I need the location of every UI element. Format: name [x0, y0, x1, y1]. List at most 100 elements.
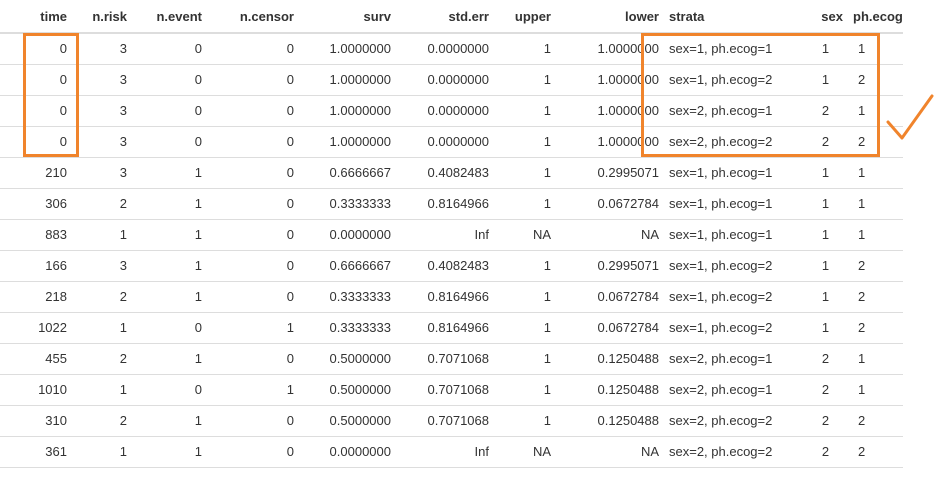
column-header-upper: upper — [494, 0, 556, 34]
table-cell-surv: 0.5000000 — [299, 405, 396, 437]
table-cell-strata: sex=1, ph.ecog=1 — [664, 33, 803, 65]
table-cell-n-event: 1 — [132, 157, 207, 189]
table-cell-time: 0 — [0, 33, 72, 65]
table-cell-std-err: 0.4082483 — [396, 157, 494, 189]
table-cell-lower: NA — [556, 436, 664, 468]
table-cell-strata: sex=2, ph.ecog=1 — [664, 374, 803, 406]
column-header-sex: sex — [803, 0, 848, 34]
table-cell-sex: 1 — [803, 188, 848, 220]
table-cell-upper: 1 — [494, 157, 556, 189]
table-cell-n-event: 0 — [132, 33, 207, 65]
table-cell-lower: 1.0000000 — [556, 126, 664, 158]
table-cell-n-censor: 0 — [207, 343, 299, 375]
table-cell-strata: sex=2, ph.ecog=1 — [664, 95, 803, 127]
table-cell-n-censor: 0 — [207, 95, 299, 127]
table-cell-n-risk: 2 — [72, 188, 132, 220]
table-cell-lower: 1.0000000 — [556, 33, 664, 65]
table-row: 218 2 1 0 0.3333333 0.8164966 1 0.0672784 sex=1,… — [0, 281, 903, 313]
table-cell-std-err: 0.0000000 — [396, 126, 494, 158]
table-cell-upper: 1 — [494, 33, 556, 65]
table-row: 0 3 0 0 1.0000000 0.0000000 1 1.0000000 sex=1, p… — [0, 64, 903, 96]
table-cell-strata: sex=1, ph.ecog=2 — [664, 250, 803, 282]
table-row: 0 3 0 0 1.0000000 0.0000000 1 1.0000000 sex=2, p… — [0, 95, 903, 127]
table-cell-strata: sex=1, ph.ecog=1 — [664, 157, 803, 189]
table-cell-n-censor: 0 — [207, 436, 299, 468]
table-cell-time: 310 — [0, 405, 72, 437]
table-cell-sex: 1 — [803, 312, 848, 344]
table-cell-std-err: 0.4082483 — [396, 250, 494, 282]
table-cell-lower: NA — [556, 219, 664, 251]
table-cell-n-censor: 1 — [207, 374, 299, 406]
column-header-time: time — [0, 0, 72, 34]
table-cell-n-event: 1 — [132, 405, 207, 437]
table-cell-lower: 0.1250488 — [556, 343, 664, 375]
table-cell-sex: 1 — [803, 281, 848, 313]
table-row: 361 1 1 0 0.0000000 Inf NA NA sex=2, ph.ecog=2 2 2 — [0, 436, 903, 468]
table-cell-time: 361 — [0, 436, 72, 468]
table-cell-n-event: 1 — [132, 281, 207, 313]
table-cell-n-risk: 3 — [72, 95, 132, 127]
table-cell-n-risk: 1 — [72, 374, 132, 406]
table-cell-sex: 1 — [803, 157, 848, 189]
table-cell-surv: 1.0000000 — [299, 64, 396, 96]
table-cell-n-risk: 3 — [72, 126, 132, 158]
table-cell-n-risk: 1 — [72, 219, 132, 251]
table-cell-lower: 0.2995071 — [556, 157, 664, 189]
table-cell-ph-ecog: 2 — [848, 281, 903, 313]
table-cell-upper: NA — [494, 436, 556, 468]
table-cell-sex: 2 — [803, 374, 848, 406]
table-cell-n-censor: 1 — [207, 312, 299, 344]
table-cell-ph-ecog: 2 — [848, 64, 903, 96]
table-cell-strata: sex=1, ph.ecog=1 — [664, 188, 803, 220]
column-header-lower: lower — [556, 0, 664, 34]
column-header-n-censor: n.censor — [207, 0, 299, 34]
column-header-strata: strata — [664, 0, 803, 34]
table-cell-n-risk: 2 — [72, 281, 132, 313]
table-cell-time: 0 — [0, 64, 72, 96]
table-cell-n-risk: 2 — [72, 405, 132, 437]
table-cell-ph-ecog: 1 — [848, 188, 903, 220]
table-cell-n-censor: 0 — [207, 250, 299, 282]
table-cell-ph-ecog: 1 — [848, 343, 903, 375]
table-cell-std-err: 0.8164966 — [396, 188, 494, 220]
table-cell-ph-ecog: 1 — [848, 157, 903, 189]
table-cell-std-err: Inf — [396, 436, 494, 468]
table-cell-surv: 1.0000000 — [299, 33, 396, 65]
table-cell-std-err: 0.8164966 — [396, 312, 494, 344]
table-row: 1022 1 0 1 0.3333333 0.8164966 1 0.0672784 sex=1… — [0, 312, 903, 344]
table-cell-n-censor: 0 — [207, 157, 299, 189]
table-cell-lower: 1.0000000 — [556, 64, 664, 96]
table-cell-sex: 2 — [803, 436, 848, 468]
table-row: 0 3 0 0 1.0000000 0.0000000 1 1.0000000 sex=1, p… — [0, 33, 903, 65]
table-cell-std-err: 0.7071068 — [396, 405, 494, 437]
table-row: 455 2 1 0 0.5000000 0.7071068 1 0.1250488 sex=2,… — [0, 343, 903, 375]
survival-table: time n.risk n.event n.censor surv std.err uppe… — [0, 0, 903, 468]
table-cell-upper: 1 — [494, 405, 556, 437]
column-header-ph-ecog: ph.ecog — [848, 0, 903, 34]
table-row: 166 3 1 0 0.6666667 0.4082483 1 0.2995071 sex=1,… — [0, 250, 903, 282]
table-cell-ph-ecog: 2 — [848, 250, 903, 282]
table-cell-lower: 0.2995071 — [556, 250, 664, 282]
table-cell-ph-ecog: 2 — [848, 126, 903, 158]
table-cell-n-event: 1 — [132, 219, 207, 251]
table-cell-upper: 1 — [494, 312, 556, 344]
table-cell-time: 210 — [0, 157, 72, 189]
table-cell-n-event: 1 — [132, 343, 207, 375]
table-cell-lower: 0.0672784 — [556, 281, 664, 313]
table-cell-sex: 2 — [803, 343, 848, 375]
table-cell-lower: 0.1250488 — [556, 374, 664, 406]
table-cell-upper: 1 — [494, 250, 556, 282]
table-row: 883 1 1 0 0.0000000 Inf NA NA sex=1, ph.ecog=1 1 1 — [0, 219, 903, 251]
table-cell-n-event: 0 — [132, 95, 207, 127]
table-cell-lower: 0.1250488 — [556, 405, 664, 437]
table-cell-n-event: 0 — [132, 312, 207, 344]
table-cell-sex: 1 — [803, 219, 848, 251]
table-cell-ph-ecog: 1 — [848, 374, 903, 406]
table-cell-time: 883 — [0, 219, 72, 251]
table-cell-n-event: 0 — [132, 374, 207, 406]
table-cell-n-censor: 0 — [207, 405, 299, 437]
table-cell-surv: 0.5000000 — [299, 343, 396, 375]
table-cell-surv: 1.0000000 — [299, 95, 396, 127]
table-cell-ph-ecog: 2 — [848, 312, 903, 344]
table-cell-n-event: 1 — [132, 250, 207, 282]
